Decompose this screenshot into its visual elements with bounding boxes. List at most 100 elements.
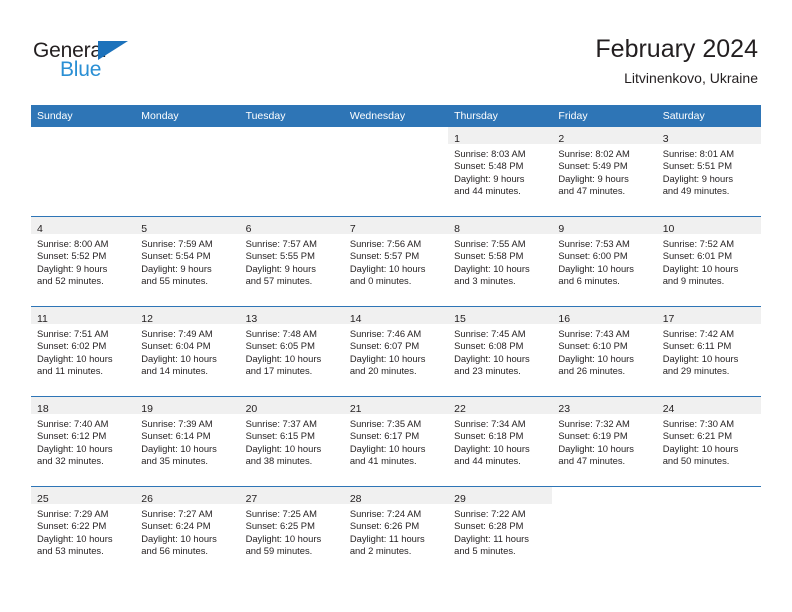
calendar-day-cell[interactable]: 24 Sunrise: 7:30 AM Sunset: 6:21 PM Dayligh… xyxy=(656,396,761,487)
sunset-time: Sunset: 5:52 PM xyxy=(37,250,107,262)
day-number: 8 xyxy=(454,223,460,235)
sunset-time: Sunset: 5:55 PM xyxy=(245,250,315,262)
calendar-day-cell[interactable]: 29 Sunrise: 7:22 AM Sunset: 6:28 PM Dayligh… xyxy=(448,486,553,576)
day-cell-details: Sunrise: 7:56 AM Sunset: 5:57 PM Daylight:… xyxy=(343,234,449,306)
day-cell-details: Sunrise: 7:52 AM Sunset: 6:01 PM Daylight:… xyxy=(656,234,761,306)
day-number-band: 16 xyxy=(552,307,657,325)
sunset-time: Sunset: 6:22 PM xyxy=(37,520,107,532)
calendar-day-cell[interactable]: 18 Sunrise: 7:40 AM Sunset: 6:12 PM Dayligh… xyxy=(31,396,136,487)
calendar-day-cell[interactable]: 4 Sunrise: 8:00 AM Sunset: 5:52 PM Daylight… xyxy=(31,216,136,307)
day-cell-details: Sunrise: 7:29 AM Sunset: 6:22 PM Daylight:… xyxy=(31,504,136,576)
day-number-band: 4 xyxy=(31,217,136,235)
day-number: 7 xyxy=(349,223,356,235)
sunrise-sunset-calendar-table: Sunday Monday Tuesday Wednesday Thursday… xyxy=(31,105,761,576)
sunset-time: Sunset: 5:51 PM xyxy=(662,160,732,172)
calendar-day-cell[interactable]: 5 Sunrise: 7:59 AM Sunset: 5:54 PM Daylight… xyxy=(135,216,240,307)
sunrise-time: Sunrise: 7:30 AM xyxy=(662,418,735,429)
daylight-duration-line2: and 32 minutes. xyxy=(37,455,104,467)
sunrise-time: Sunrise: 7:37 AM xyxy=(245,418,317,429)
daylight-duration-line2: and 3 minutes. xyxy=(454,275,516,287)
calendar-day-cell[interactable]: 11 Sunrise: 7:51 AM Sunset: 6:02 PM Dayligh… xyxy=(31,306,136,397)
day-cell-inner: 4 Sunrise: 8:00 AM Sunset: 5:52 PM Daylight… xyxy=(31,217,136,306)
sunrise-time: Sunrise: 7:27 AM xyxy=(141,508,213,519)
calendar-day-cell[interactable]: 13 Sunrise: 7:48 AM Sunset: 6:05 PM Dayligh… xyxy=(239,306,344,397)
day-cell-details: Sunrise: 7:25 AM Sunset: 6:25 PM Daylight:… xyxy=(239,504,344,576)
calendar-day-cell[interactable]: 2 Sunrise: 8:02 AM Sunset: 5:49 PM Daylight… xyxy=(552,127,657,217)
day-cell-inner: 20 Sunrise: 7:37 AM Sunset: 6:15 PM Dayligh… xyxy=(239,397,344,486)
day-number: 21 xyxy=(349,403,362,415)
calendar-day-cell[interactable]: 9 Sunrise: 7:53 AM Sunset: 6:00 PM Daylight… xyxy=(552,216,657,307)
daylight-duration-line2: and 50 minutes. xyxy=(662,455,730,467)
daylight-duration-line2: and 59 minutes. xyxy=(245,545,313,557)
day-number: 19 xyxy=(141,403,153,415)
day-number-band: 28 xyxy=(343,487,449,505)
calendar-day-cell[interactable]: 10 Sunrise: 7:52 AM Sunset: 6:01 PM Dayligh… xyxy=(656,216,761,307)
daylight-duration-line1: Daylight: 9 hours xyxy=(37,262,108,274)
sunset-time: Sunset: 6:11 PM xyxy=(662,340,732,352)
day-number-band: 2 xyxy=(552,127,657,145)
calendar-day-cell[interactable]: 14 Sunrise: 7:46 AM Sunset: 6:07 PM Dayligh… xyxy=(343,306,449,397)
daylight-duration-line2: and 2 minutes. xyxy=(349,545,412,557)
daylight-duration-line2: and 0 minutes. xyxy=(349,275,412,287)
sunrise-time: Sunrise: 7:35 AM xyxy=(349,418,422,429)
day-number-band: 14 xyxy=(343,307,449,325)
daylight-duration-line1: Daylight: 10 hours xyxy=(454,442,530,454)
sunrise-time: Sunrise: 8:01 AM xyxy=(662,148,735,159)
daylight-duration-line2: and 17 minutes. xyxy=(245,365,313,377)
day-cell-inner: 13 Sunrise: 7:48 AM Sunset: 6:05 PM Dayligh… xyxy=(239,307,344,396)
day-cell-details: Sunrise: 7:34 AM Sunset: 6:18 PM Daylight:… xyxy=(448,414,553,486)
calendar-day-cell[interactable]: 28 Sunrise: 7:24 AM Sunset: 6:26 PM Dayligh… xyxy=(343,486,449,576)
daylight-duration-line2: and 6 minutes. xyxy=(558,275,620,287)
daylight-duration-line1: Daylight: 9 hours xyxy=(245,262,316,274)
calendar-day-cell[interactable]: 17 Sunrise: 7:42 AM Sunset: 6:11 PM Dayligh… xyxy=(656,306,761,397)
daylight-duration-line1: Daylight: 11 hours xyxy=(454,532,529,544)
calendar-day-cell[interactable]: 1 Sunrise: 8:03 AM Sunset: 5:48 PM Daylight… xyxy=(448,127,553,217)
day-cell-details: Sunrise: 7:37 AM Sunset: 6:15 PM Daylight:… xyxy=(239,414,344,486)
calendar-day-cell-empty xyxy=(343,127,449,217)
calendar-day-cell[interactable]: 25 Sunrise: 7:29 AM Sunset: 6:22 PM Dayligh… xyxy=(31,486,136,576)
sunrise-time: Sunrise: 7:56 AM xyxy=(349,238,422,249)
general-blue-logo[interactable]: General Blue xyxy=(33,40,143,86)
day-cell-details: Sunrise: 7:48 AM Sunset: 6:05 PM Daylight:… xyxy=(239,324,344,396)
day-number: 10 xyxy=(662,223,675,235)
sunset-time: Sunset: 6:07 PM xyxy=(349,340,420,352)
calendar-day-cell[interactable]: 8 Sunrise: 7:55 AM Sunset: 5:58 PM Daylight… xyxy=(448,216,553,307)
daylight-duration-line2: and 52 minutes. xyxy=(37,275,104,287)
calendar-day-cell[interactable]: 6 Sunrise: 7:57 AM Sunset: 5:55 PM Daylight… xyxy=(239,216,344,307)
calendar-day-cell[interactable]: 15 Sunrise: 7:45 AM Sunset: 6:08 PM Dayligh… xyxy=(448,306,553,397)
day-number: 11 xyxy=(37,313,48,325)
day-number-band: 6 xyxy=(239,217,344,235)
day-cell-details: Sunrise: 7:53 AM Sunset: 6:00 PM Daylight:… xyxy=(552,234,657,306)
sunset-time: Sunset: 6:04 PM xyxy=(141,340,211,352)
daylight-duration-line1: Daylight: 10 hours xyxy=(558,262,634,274)
calendar-day-cell-empty xyxy=(552,486,657,576)
calendar-day-cell[interactable]: 27 Sunrise: 7:25 AM Sunset: 6:25 PM Dayligh… xyxy=(239,486,344,576)
sunset-time: Sunset: 5:58 PM xyxy=(454,250,524,262)
calendar-day-cell[interactable]: 19 Sunrise: 7:39 AM Sunset: 6:14 PM Dayligh… xyxy=(135,396,240,487)
calendar-day-cell[interactable]: 20 Sunrise: 7:37 AM Sunset: 6:15 PM Dayligh… xyxy=(239,396,344,487)
daylight-duration-line2: and 23 minutes. xyxy=(454,365,521,377)
day-cell-inner: 5 Sunrise: 7:59 AM Sunset: 5:54 PM Daylight… xyxy=(135,217,240,306)
day-number-band: 17 xyxy=(656,307,761,325)
day-number: 2 xyxy=(558,133,565,145)
calendar-day-cell[interactable]: 16 Sunrise: 7:43 AM Sunset: 6:10 PM Dayligh… xyxy=(552,306,657,397)
logo-triangle-icon xyxy=(98,41,128,60)
day-cell-details: Sunrise: 8:01 AM Sunset: 5:51 PM Daylight:… xyxy=(656,144,761,216)
calendar-day-cell[interactable]: 22 Sunrise: 7:34 AM Sunset: 6:18 PM Dayligh… xyxy=(448,396,553,487)
sunrise-time: Sunrise: 7:43 AM xyxy=(558,328,630,339)
calendar-day-cell[interactable]: 26 Sunrise: 7:27 AM Sunset: 6:24 PM Dayligh… xyxy=(135,486,240,576)
calendar-day-cell[interactable]: 3 Sunrise: 8:01 AM Sunset: 5:51 PM Daylight… xyxy=(656,127,761,217)
calendar-day-cell[interactable]: 12 Sunrise: 7:49 AM Sunset: 6:04 PM Dayligh… xyxy=(135,306,240,397)
calendar-day-cell[interactable]: 7 Sunrise: 7:56 AM Sunset: 5:57 PM Daylight… xyxy=(343,216,449,307)
day-number: 27 xyxy=(245,493,258,505)
day-cell-inner: 23 Sunrise: 7:32 AM Sunset: 6:19 PM Dayligh… xyxy=(552,397,657,486)
sunrise-time: Sunrise: 7:53 AM xyxy=(558,238,630,249)
sunrise-time: Sunrise: 8:02 AM xyxy=(558,148,630,159)
daylight-duration-line1: Daylight: 10 hours xyxy=(454,352,530,364)
daylight-duration-line1: Daylight: 10 hours xyxy=(141,442,217,454)
calendar-day-cell[interactable]: 23 Sunrise: 7:32 AM Sunset: 6:19 PM Dayligh… xyxy=(552,396,657,487)
sunset-time: Sunset: 6:05 PM xyxy=(245,340,315,352)
calendar-day-cell[interactable]: 21 Sunrise: 7:35 AM Sunset: 6:17 PM Dayligh… xyxy=(343,396,449,487)
sunset-time: Sunset: 6:10 PM xyxy=(558,340,628,352)
sunrise-time: Sunrise: 7:57 AM xyxy=(245,238,317,249)
